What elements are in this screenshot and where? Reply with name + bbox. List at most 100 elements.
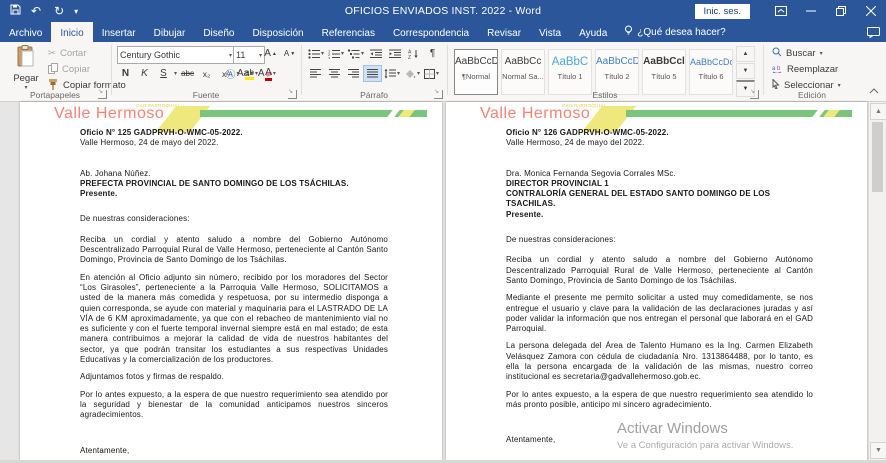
titlebar-controls: Inic. ses. [695,0,886,22]
letter-body[interactable]: Oficio N° 126 GADPRVH-O-WMC-05-2022. Val… [506,128,813,446]
font-size-combo[interactable]: 11 ▾ [233,46,265,64]
font-dialog-launcher-icon[interactable]: ↘ [288,90,297,99]
scroll-down-icon[interactable]: ▼ [870,442,886,459]
copy-icon [48,63,58,77]
text-effects-button[interactable]: Ⓐ▾ [224,66,241,81]
clipboard-dialog-launcher-icon[interactable]: ↘ [98,90,107,99]
style-normal-sa[interactable]: AaBbCcNormal Sa... [501,49,545,95]
style-titulo-6[interactable]: AaBbCcDcTítulo 6 [689,49,733,95]
close-icon[interactable] [856,0,886,22]
tab-referencias[interactable]: Referencias [313,22,384,42]
page-1[interactable]: GAD PARROQUIAL Valle Hermoso Oficio N° 1… [20,102,442,463]
sort-icon[interactable]: AZ [405,46,422,61]
page-2[interactable]: GAD PARROQUIAL Valle Hermoso Oficio N° 1… [446,102,867,463]
scissors-icon: ✂ [48,48,56,59]
pilcrow-icon[interactable]: ¶ [424,46,441,61]
shrink-font-icon[interactable]: A▼ [281,46,298,61]
group-clipboard: Pegar ▾ ✂ Cortar Copiar Copiar formato P… [0,42,110,101]
tab-revisar[interactable]: Revisar [478,22,530,42]
font-group-label: Fuente [112,90,300,100]
letter-body[interactable]: Oficio N° 125 GADPRVH-O-WMC-05-2022. Val… [80,128,388,456]
tab-dibujar[interactable]: Dibujar [145,22,195,42]
tab-vista[interactable]: Vista [530,22,570,42]
find-button[interactable]: Buscar▾ [772,46,823,61]
paragraph: Reciba un cordial y atento saludo a nomb… [80,235,388,266]
restore-icon[interactable] [826,0,856,22]
decrease-indent-icon[interactable] [367,46,384,61]
align-right-icon[interactable] [345,66,362,81]
recipient-present: Presente. [506,210,813,220]
scroll-up-icon[interactable]: ▲ [870,103,886,120]
italic-button[interactable]: K [136,66,153,81]
font-family-dropdown-icon[interactable]: ▾ [229,52,232,59]
ribbon-display-options-icon[interactable] [766,0,796,22]
increase-indent-icon[interactable] [386,46,403,61]
styles-scroll-down-icon[interactable]: ▼ [736,63,755,79]
style-titulo-2[interactable]: AaBbCcDTítulo 2 [595,49,639,95]
tab-inicio[interactable]: Inicio [51,22,92,42]
closing: Atentamente, [80,446,388,456]
font-family-combo[interactable]: Century Gothic ▾ [117,46,235,64]
styles-dialog-launcher-icon[interactable]: ↘ [750,90,759,99]
tab-archivo[interactable]: Archivo [0,22,51,42]
align-center-icon[interactable] [326,66,343,81]
collapse-ribbon-icon[interactable] [869,86,879,97]
strikethrough-button[interactable]: abc [179,66,196,81]
borders-icon[interactable]: ▾ [423,66,440,81]
recipient-title: DIRECTOR PROVINCIAL 1 [506,179,813,189]
multilevel-list-icon[interactable]: ▾ [347,46,365,61]
styles-scroll-up-icon[interactable]: ▲ [736,46,755,62]
font-color-button[interactable]: A▾ [262,66,279,81]
word-window: ↶▾ ↻ ▾ OFICIOS ENVIADOS INST. 2022 - Wor… [0,0,886,463]
date-line: Valle Hermoso, 24 de mayo del 2022. [80,138,388,148]
subscript-button[interactable]: x₂ [198,66,215,81]
numbering-icon[interactable]: 123▾ [327,46,345,61]
oficio-number: Oficio N° 126 GADPRVH-O-WMC-05-2022. [506,128,813,138]
title-bar: ↶▾ ↻ ▾ OFICIOS ENVIADOS INST. 2022 - Wor… [0,0,886,22]
paste-label: Pegar [7,73,45,84]
grow-font-icon[interactable]: A▲ [262,46,279,61]
paragraph-dialog-launcher-icon[interactable]: ↘ [434,90,443,99]
salutation: De nuestras consideraciones: [80,214,388,224]
svg-text:a: a [772,66,776,72]
replace-icon: ab [772,63,783,76]
tab-ayuda[interactable]: Ayuda [570,22,616,42]
lightbulb-icon [624,25,633,39]
vertical-scrollbar[interactable]: ▲ ▼ [868,102,886,463]
tab-diseno[interactable]: Diseño [194,22,243,42]
minimize-icon[interactable] [796,0,826,22]
tab-correspondencia[interactable]: Correspondencia [384,22,478,42]
style-titulo-5[interactable]: AaBbCclTítulo 5 [642,49,686,95]
align-left-icon[interactable] [307,66,324,81]
salutation: De nuestras consideraciones: [506,235,813,245]
shading-icon[interactable]: ▾ [403,66,421,81]
clipboard-icon [7,45,45,72]
copy-button[interactable]: Copiar [48,62,90,77]
paragraph: Reciba un cordial y atento saludo a nomb… [506,255,813,286]
scrollbar-thumb[interactable] [872,122,883,192]
svg-text:Z: Z [408,55,411,59]
cut-button[interactable]: ✂ Cortar [48,46,86,61]
underline-button[interactable]: S [155,66,172,81]
style-normal[interactable]: AaBbCcD¶Normal [454,49,498,95]
paragraph: La persona delegada del Área de Talento … [506,341,813,382]
paragraph: Por lo antes expuesto, a la espera de qu… [80,390,388,421]
group-styles: AaBbCcD¶Normal AaBbCcNormal Sa... AaBbCT… [448,42,762,101]
replace-button[interactable]: ab Reemplazar [772,62,838,77]
tab-disposicion[interactable]: Disposición [243,22,312,42]
comment-icon[interactable] [867,22,880,42]
underline-dropdown-icon[interactable]: ▾ [174,70,177,77]
highlight-button[interactable]: ab▾ [243,66,260,81]
tell-me-box[interactable]: ¿Qué desea hacer? [616,22,733,42]
tab-insertar[interactable]: Insertar [93,22,145,42]
bullets-icon[interactable]: ▾ [307,46,325,61]
line-spacing-icon[interactable]: ▾ [383,66,401,81]
tell-me-label: ¿Qué desea hacer? [637,27,725,38]
bold-button[interactable]: N [117,66,134,81]
ribbon: Pegar ▾ ✂ Cortar Copiar Copiar formato P… [0,42,886,102]
letterhead-brand: Valle Hermoso [480,105,590,123]
style-titulo-1[interactable]: AaBbCTítulo 1 [548,49,592,95]
justify-icon[interactable] [364,66,381,81]
search-icon [772,47,782,60]
sign-in-button[interactable]: Inic. ses. [695,4,751,19]
